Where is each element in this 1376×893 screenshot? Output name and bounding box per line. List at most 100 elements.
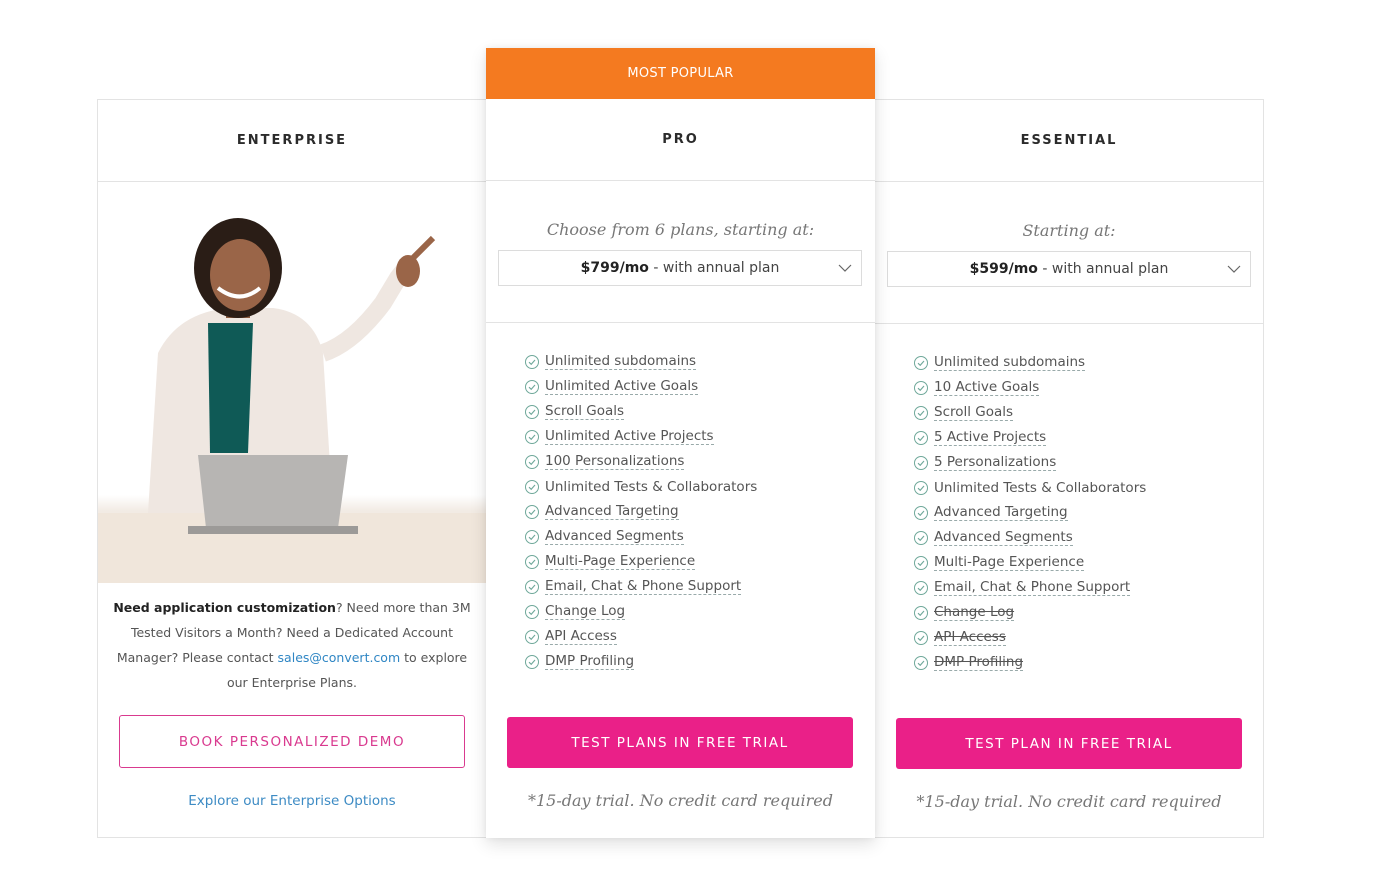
- feature-item: Unlimited subdomains: [913, 350, 1146, 375]
- feature-label[interactable]: Advanced Segments: [545, 528, 684, 545]
- feature-item: 5 Personalizations: [913, 450, 1146, 475]
- enterprise-plan-card: ENTERPRISE Need application customizatio…: [97, 99, 486, 838]
- essential-free-trial-button[interactable]: TEST PLAN IN FREE TRIAL: [896, 718, 1242, 769]
- pro-plan-title: PRO: [486, 99, 875, 181]
- feature-item: Multi-Page Experience: [913, 550, 1146, 575]
- pro-price: $799/mo: [580, 260, 649, 276]
- check-circle-icon: [525, 504, 539, 519]
- pro-feature-list: Unlimited subdomains Unlimited Active Goa…: [524, 349, 757, 674]
- check-circle-icon: [525, 379, 539, 394]
- feature-label[interactable]: Unlimited Active Goals: [545, 378, 699, 395]
- check-circle-icon: [525, 629, 539, 644]
- feature-item: Advanced Targeting: [524, 499, 757, 524]
- check-circle-icon: [914, 455, 928, 470]
- feature-item: 10 Active Goals: [913, 375, 1146, 400]
- feature-label[interactable]: 10 Active Goals: [934, 379, 1040, 396]
- feature-item: 100 Personalizations: [524, 449, 757, 474]
- essential-price-section: Starting at: $599/mo - with annual plan: [875, 183, 1263, 324]
- check-circle-icon: [914, 555, 928, 570]
- check-circle-icon: [525, 529, 539, 544]
- feature-label[interactable]: Scroll Goals: [545, 403, 625, 420]
- book-demo-button[interactable]: BOOK PERSONALIZED DEMO: [119, 715, 465, 768]
- feature-label[interactable]: 5 Active Projects: [934, 429, 1047, 446]
- sales-email-link[interactable]: sales@convert.com: [278, 650, 401, 665]
- feature-item: Unlimited Active Projects: [524, 424, 757, 449]
- pro-price-suffix: - with annual plan: [648, 260, 780, 276]
- feature-item: Scroll Goals: [524, 399, 757, 424]
- pro-free-trial-button[interactable]: TEST PLANS IN FREE TRIAL: [507, 717, 853, 768]
- feature-item: DMP Profiling: [524, 649, 757, 674]
- enterprise-options-link[interactable]: Explore our Enterprise Options: [98, 793, 486, 809]
- feature-label[interactable]: 5 Personalizations: [934, 454, 1057, 471]
- check-circle-icon: [914, 530, 928, 545]
- pro-price-intro: Choose from 6 plans, starting at:: [546, 220, 815, 239]
- check-circle-icon: [914, 405, 928, 420]
- feature-item: Multi-Page Experience: [524, 549, 757, 574]
- feature-item: DMP Profiling: [913, 650, 1146, 675]
- feature-label[interactable]: Unlimited Active Projects: [545, 428, 714, 445]
- chevron-down-icon: [1227, 265, 1241, 273]
- feature-item: 5 Active Projects: [913, 425, 1146, 450]
- feature-label[interactable]: DMP Profiling: [934, 654, 1024, 671]
- feature-label[interactable]: Scroll Goals: [934, 404, 1014, 421]
- check-circle-icon: [914, 355, 928, 370]
- essential-price-suffix: - with annual plan: [1037, 261, 1169, 277]
- check-circle-icon: [525, 579, 539, 594]
- feature-label[interactable]: DMP Profiling: [545, 653, 635, 670]
- check-circle-icon: [525, 654, 539, 669]
- check-circle-icon: [914, 480, 928, 495]
- feature-label[interactable]: Unlimited subdomains: [545, 353, 697, 370]
- essential-price-intro: Starting at:: [1022, 221, 1116, 240]
- feature-label[interactable]: Multi-Page Experience: [934, 554, 1085, 571]
- pro-plan-select[interactable]: $799/mo - with annual plan: [498, 250, 862, 286]
- essential-price: $599/mo: [969, 261, 1038, 277]
- check-circle-icon: [525, 554, 539, 569]
- feature-label[interactable]: API Access: [934, 629, 1006, 646]
- feature-label[interactable]: API Access: [545, 628, 617, 645]
- pro-price-section: Choose from 6 plans, starting at: $799/m…: [486, 182, 875, 323]
- check-circle-icon: [914, 505, 928, 520]
- feature-label[interactable]: Change Log: [934, 604, 1015, 621]
- feature-label[interactable]: Unlimited subdomains: [934, 354, 1086, 371]
- feature-item: Scroll Goals: [913, 400, 1146, 425]
- essential-plan-select[interactable]: $599/mo - with annual plan: [887, 251, 1251, 287]
- feature-label[interactable]: Multi-Page Experience: [545, 553, 696, 570]
- enterprise-plan-title: ENTERPRISE: [98, 100, 486, 182]
- pro-trial-note: *15-day trial. No credit card required: [528, 791, 833, 810]
- feature-item: Advanced Segments: [913, 525, 1146, 550]
- feature-label[interactable]: Email, Chat & Phone Support: [545, 578, 742, 595]
- feature-label[interactable]: 100 Personalizations: [545, 453, 685, 470]
- feature-item: Unlimited subdomains: [524, 349, 757, 374]
- feature-item: Unlimited Active Goals: [524, 374, 757, 399]
- check-circle-icon: [525, 404, 539, 419]
- feature-item: Advanced Segments: [524, 524, 757, 549]
- check-circle-icon: [525, 454, 539, 469]
- feature-item: Change Log: [524, 599, 757, 624]
- feature-label[interactable]: Email, Chat & Phone Support: [934, 579, 1131, 596]
- feature-label: Unlimited Tests & Collaborators: [545, 478, 758, 495]
- feature-label[interactable]: Change Log: [545, 603, 626, 620]
- check-circle-icon: [914, 430, 928, 445]
- essential-trial-note: *15-day trial. No credit card required: [916, 792, 1222, 811]
- check-circle-icon: [525, 354, 539, 369]
- feature-label[interactable]: Advanced Targeting: [545, 503, 679, 520]
- enterprise-description: Need application customization? Need mor…: [110, 595, 474, 695]
- feature-item: Advanced Targeting: [913, 500, 1146, 525]
- chevron-down-icon: [838, 264, 852, 272]
- feature-item: Unlimited Tests & Collaborators: [524, 474, 757, 499]
- check-circle-icon: [525, 479, 539, 494]
- check-circle-icon: [914, 605, 928, 620]
- feature-item: API Access: [524, 624, 757, 649]
- feature-label[interactable]: Advanced Segments: [934, 529, 1073, 546]
- feature-item: Email, Chat & Phone Support: [913, 575, 1146, 600]
- essential-plan-card: ESSENTIAL Starting at: $599/mo - with an…: [875, 99, 1264, 838]
- check-circle-icon: [914, 380, 928, 395]
- check-circle-icon: [914, 580, 928, 595]
- essential-plan-title: ESSENTIAL: [875, 100, 1263, 182]
- essential-feature-list: Unlimited subdomains 10 Active Goals Scrol…: [913, 350, 1146, 675]
- check-circle-icon: [914, 630, 928, 645]
- feature-item: Unlimited Tests & Collaborators: [913, 475, 1146, 500]
- enterprise-text-bold: Need application customization: [113, 600, 336, 615]
- check-circle-icon: [525, 429, 539, 444]
- feature-label[interactable]: Advanced Targeting: [934, 504, 1068, 521]
